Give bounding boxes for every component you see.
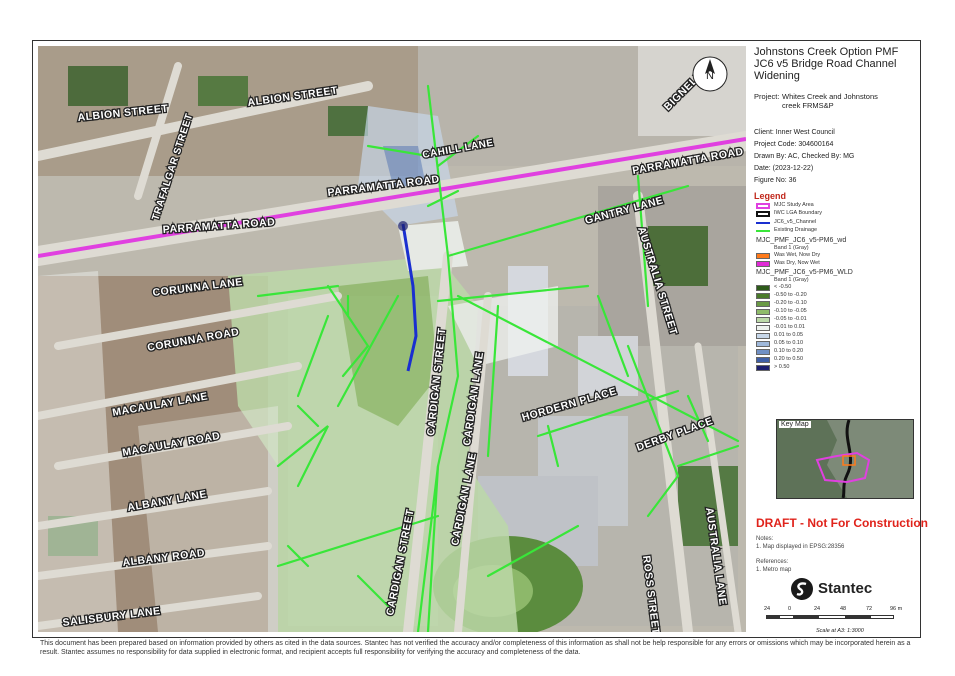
scale-tick-5: 96 m: [890, 606, 903, 612]
scale-tick-0: 24: [764, 606, 771, 612]
legend-swatch-wld-4: [756, 317, 770, 323]
north-arrow-icon: N: [692, 56, 728, 92]
stantec-logo-icon: [791, 578, 813, 600]
notes: Notes: 1. Map displayed in EPSG:28356: [756, 536, 844, 551]
project-value-line-1: Whites Creek and Johnstons: [782, 92, 878, 101]
legend-swatch-channel: [756, 222, 770, 224]
legend-swatch-wld-8: [756, 349, 770, 355]
legend-label-wld-2: -0.20 to -0.10: [774, 300, 807, 306]
project-value-line-2: creek FRMS&P: [782, 101, 834, 110]
references: References: 1. Metro map: [756, 559, 791, 574]
legend-label-wld-5: -0.01 to 0.01: [774, 324, 805, 330]
legend-swatch-wld-0: [756, 285, 770, 291]
legend-wld-band: Band 1 (Gray): [774, 277, 809, 283]
legend-swatch-wld-7: [756, 341, 770, 347]
drawn-by: Drawn By: AC, Checked By: MG: [754, 153, 855, 160]
map-title-line-3: Widening: [754, 70, 800, 82]
project-label: Project:: [754, 92, 780, 101]
notes-item-1: 1. Map displayed in EPSG:28356: [756, 543, 845, 550]
legend-swatch-wld-10: [756, 365, 770, 371]
date: Date: (2023-12-22): [754, 165, 814, 172]
legend-label-wld-1: -0.50 to -0.20: [774, 292, 807, 298]
project-code: Project Code: 304600164: [754, 141, 834, 148]
disclaimer-text: This document has been prepared based on…: [40, 640, 911, 656]
scale-bar-graphic: [766, 615, 894, 619]
client: Client: Inner West Council: [754, 129, 835, 136]
legend-swatch-dry-wet: [756, 261, 770, 267]
figure-no: Figure No: 36: [754, 177, 797, 184]
legend-label-wld-3: -0.10 to -0.05: [774, 308, 807, 314]
key-map: Key Map: [776, 419, 914, 499]
legend-wld-head: MJC_PMF_JC6_v5-PM6_WLD: [756, 269, 853, 276]
scale-tick-3: 48: [840, 606, 847, 612]
legend-label-wld-0: < -0.50: [774, 284, 792, 290]
legend-wd-head: MJC_PMF_JC6_v5-PM6_wd: [756, 237, 847, 244]
map-svg: ALBION STREET ALBION STREET TRAFALGAR ST…: [38, 46, 746, 632]
legend-swatch-wld-2: [756, 301, 770, 307]
legend-label-wld-4: -0.05 to -0.01: [774, 316, 807, 322]
north-arrow-letter: N: [706, 70, 714, 82]
legend-swatch-wld-9: [756, 357, 770, 363]
legend-label-wld-8: 0.10 to 0.20: [774, 348, 804, 354]
legend-swatch-wld-6: [756, 333, 770, 339]
legend-label-wld-9: 0.20 to 0.50: [774, 356, 804, 362]
legend-swatch-wld-3: [756, 309, 770, 315]
legend-label-drainage: Existing Drainage: [774, 227, 818, 233]
map-canvas[interactable]: ALBION STREET ALBION STREET TRAFALGAR ST…: [38, 46, 746, 632]
legend-swatch-wld-5: [756, 325, 770, 331]
map-title-line-1: Johnstons Creek Option PMF: [754, 46, 899, 58]
draft-banner: DRAFT - Not For Construction: [756, 516, 928, 530]
legend-wd-band: Band 1 (Gray): [774, 245, 809, 251]
legend-label-wld-10: > 0.50: [774, 364, 790, 370]
legend-label-lga: IWC LGA Boundary: [774, 210, 822, 216]
channel-inlet-marker: [398, 221, 408, 231]
legend-swatch-drainage: [756, 230, 770, 232]
legend-label-dry-wet: Was Dry, Now Wet: [774, 260, 820, 266]
legend-label-wld-7: 0.05 to 0.10: [774, 340, 804, 346]
scale-tick-4: 72: [866, 606, 873, 612]
key-map-svg: [777, 420, 913, 498]
notes-label: Notes:: [756, 536, 774, 542]
legend-label-wld-6: 0.01 to 0.05: [774, 332, 804, 338]
stantec-wordmark: Stantec: [818, 580, 873, 597]
scale-bar: 24 0 24 48 72 96 m Scale at A3: 1:3000: [764, 606, 914, 636]
scale-tick-2: 24: [814, 606, 821, 612]
scale-tick-1: 0: [788, 606, 792, 612]
map-title-line-2: JC6 v5 Bridge Road Channel: [754, 58, 897, 70]
legend-swatch-wet-dry: [756, 253, 770, 259]
references-label: References:: [756, 559, 789, 565]
key-map-label: Key Map: [779, 421, 811, 428]
legend-title: Legend: [754, 191, 787, 201]
references-item-1: 1. Metro map: [756, 566, 792, 573]
legend-swatch-study-area: [756, 203, 770, 209]
legend-swatch-lga: [756, 211, 770, 217]
legend-label-wet-dry: Was Wet, Now Dry: [774, 252, 821, 258]
legend-label-study-area: MJC Study Area: [774, 202, 814, 208]
legend-label-channel: JC6_v5_Channel: [774, 219, 817, 225]
scale-text: Scale at A3: 1:3000: [816, 628, 864, 634]
legend-swatch-wld-1: [756, 293, 770, 299]
